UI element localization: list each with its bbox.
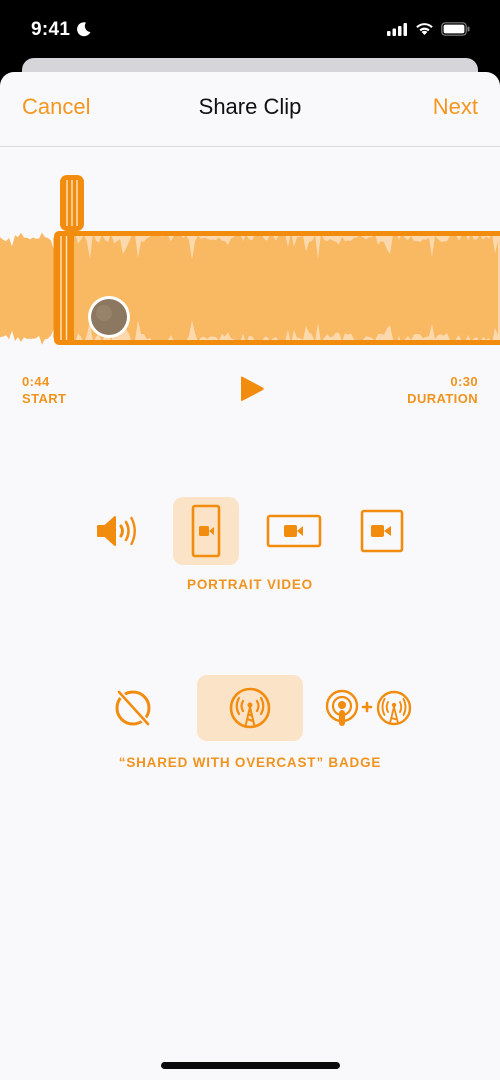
start-time: 0:44 [22,374,50,389]
landscape-video-icon [266,514,322,548]
format-landscape-video[interactable] [261,497,327,565]
podcasts-plus-overcast-icon [325,689,412,726]
status-time: 9:41 [31,19,71,40]
page-title: Share Clip [198,94,302,119]
next-button[interactable]: Next [433,94,478,120]
wifi-icon [416,23,433,35]
format-audio-only[interactable] [85,497,151,565]
duration-label: DURATION [407,391,478,406]
duration-time: 0:30 [450,374,478,389]
moon-icon [77,22,91,37]
waveform [0,232,498,346]
battery-icon [441,22,470,36]
waveform-editor[interactable] [0,170,500,355]
home-indicator[interactable] [161,1062,340,1069]
speaker-icon [97,516,136,546]
clip-start: 0:44 START [22,373,66,407]
no-badge-icon [115,689,151,727]
clip-duration: 0:30 DURATION [407,373,478,407]
badge-podcasts-plus-overcast[interactable] [320,675,416,741]
format-selected-label: PORTRAIT VIDEO [187,577,313,592]
format-picker [0,497,500,565]
play-icon[interactable] [238,375,266,403]
badge-overcast[interactable] [197,675,303,741]
badge-selected-label: “SHARED WITH OVERCAST” BADGE [118,755,382,770]
selection-left-handle[interactable] [54,231,74,345]
artwork-highlight [96,305,112,321]
format-square-video[interactable] [349,497,415,565]
square-video-icon [360,509,404,553]
status-bar: 9:41 [0,0,500,60]
cellular-signal-icon [387,22,407,36]
navigation-bar: Cancel Share Clip Next [0,72,500,147]
start-label: START [22,391,67,406]
status-icons [387,22,470,36]
overcast-icon [229,687,271,729]
badge-none[interactable] [100,675,166,741]
format-portrait-video[interactable] [173,497,239,565]
portrait-video-icon [191,504,221,558]
share-clip-sheet: Cancel Share Clip Next 0:44 START 0:30 D… [0,72,500,1080]
waveform-svg [0,175,500,346]
badge-picker [0,675,500,741]
